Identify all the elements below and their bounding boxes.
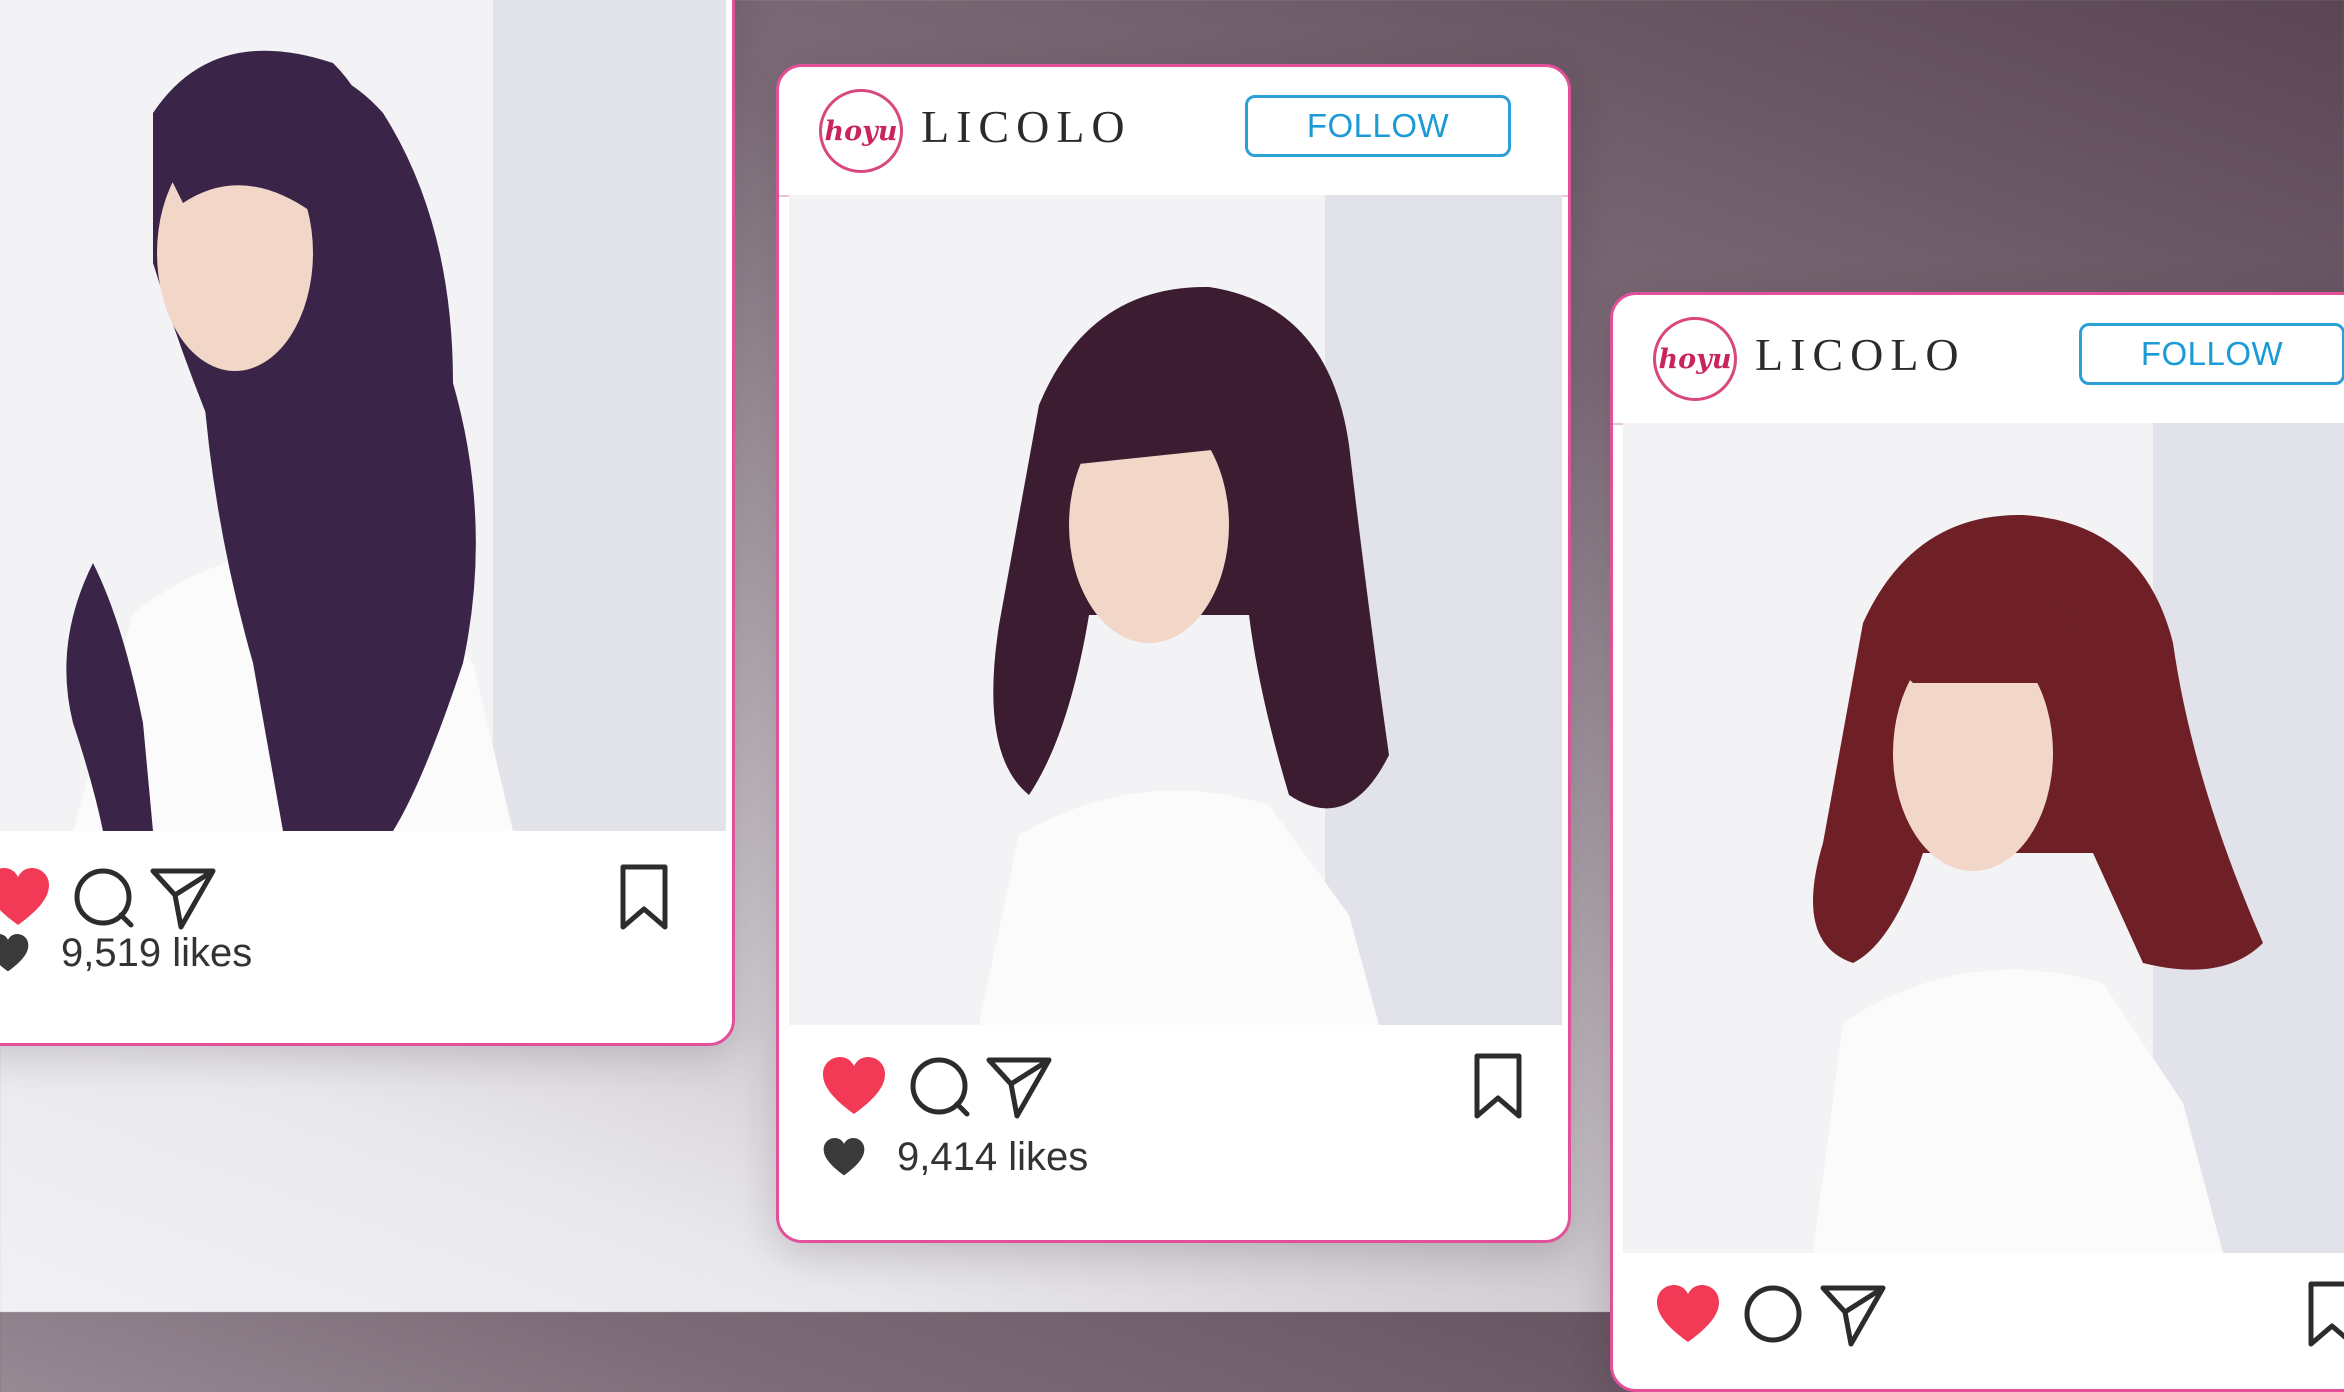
follow-button[interactable]: FOLLOW [2079, 323, 2344, 385]
brand-logo[interactable]: hoyu [819, 89, 903, 173]
post-header: hoyu LICOLO FOLLOW [1613, 295, 2344, 425]
post-card-1: 9,519 likes [0, 0, 735, 1046]
post-header: hoyu LICOLO FOLLOW [779, 67, 1568, 197]
post-photo-portrait [789, 195, 1562, 1025]
bookmark-icon[interactable] [2305, 1280, 2344, 1350]
post-actions [1653, 1280, 2344, 1360]
brand-name[interactable]: LICOLO [921, 97, 1132, 157]
likes-heart-icon [0, 933, 29, 972]
bookmark-icon[interactable] [1471, 1052, 1525, 1122]
brand-name[interactable]: LICOLO [1755, 325, 1966, 385]
bookmark-icon[interactable] [617, 863, 671, 933]
likes-row: 9,414 likes [821, 1127, 1088, 1187]
post-photo-portrait [1623, 423, 2344, 1253]
comment-icon[interactable] [1739, 1280, 1809, 1350]
post-image[interactable] [0, 0, 726, 831]
post-image[interactable] [1623, 423, 2344, 1253]
brand-logo[interactable]: hoyu [1653, 317, 1737, 401]
post-card-2: hoyu LICOLO FOLLOW 9,414 likes [776, 64, 1571, 1243]
heart-icon[interactable] [1653, 1280, 1723, 1350]
post-actions [819, 1052, 1539, 1132]
share-icon[interactable] [1817, 1280, 1889, 1350]
post-photo-portrait [0, 0, 726, 831]
post-image[interactable] [789, 195, 1562, 1025]
comment-icon[interactable] [905, 1052, 975, 1122]
share-icon[interactable] [983, 1052, 1055, 1122]
likes-row: 9,519 likes [0, 923, 252, 983]
follow-button[interactable]: FOLLOW [1245, 95, 1511, 157]
likes-count: 9,414 likes [897, 1134, 1089, 1179]
likes-count: 9,519 likes [61, 930, 253, 975]
heart-icon[interactable] [819, 1052, 889, 1122]
likes-heart-icon [823, 1137, 865, 1176]
post-card-3: hoyu LICOLO FOLLOW [1610, 292, 2344, 1392]
